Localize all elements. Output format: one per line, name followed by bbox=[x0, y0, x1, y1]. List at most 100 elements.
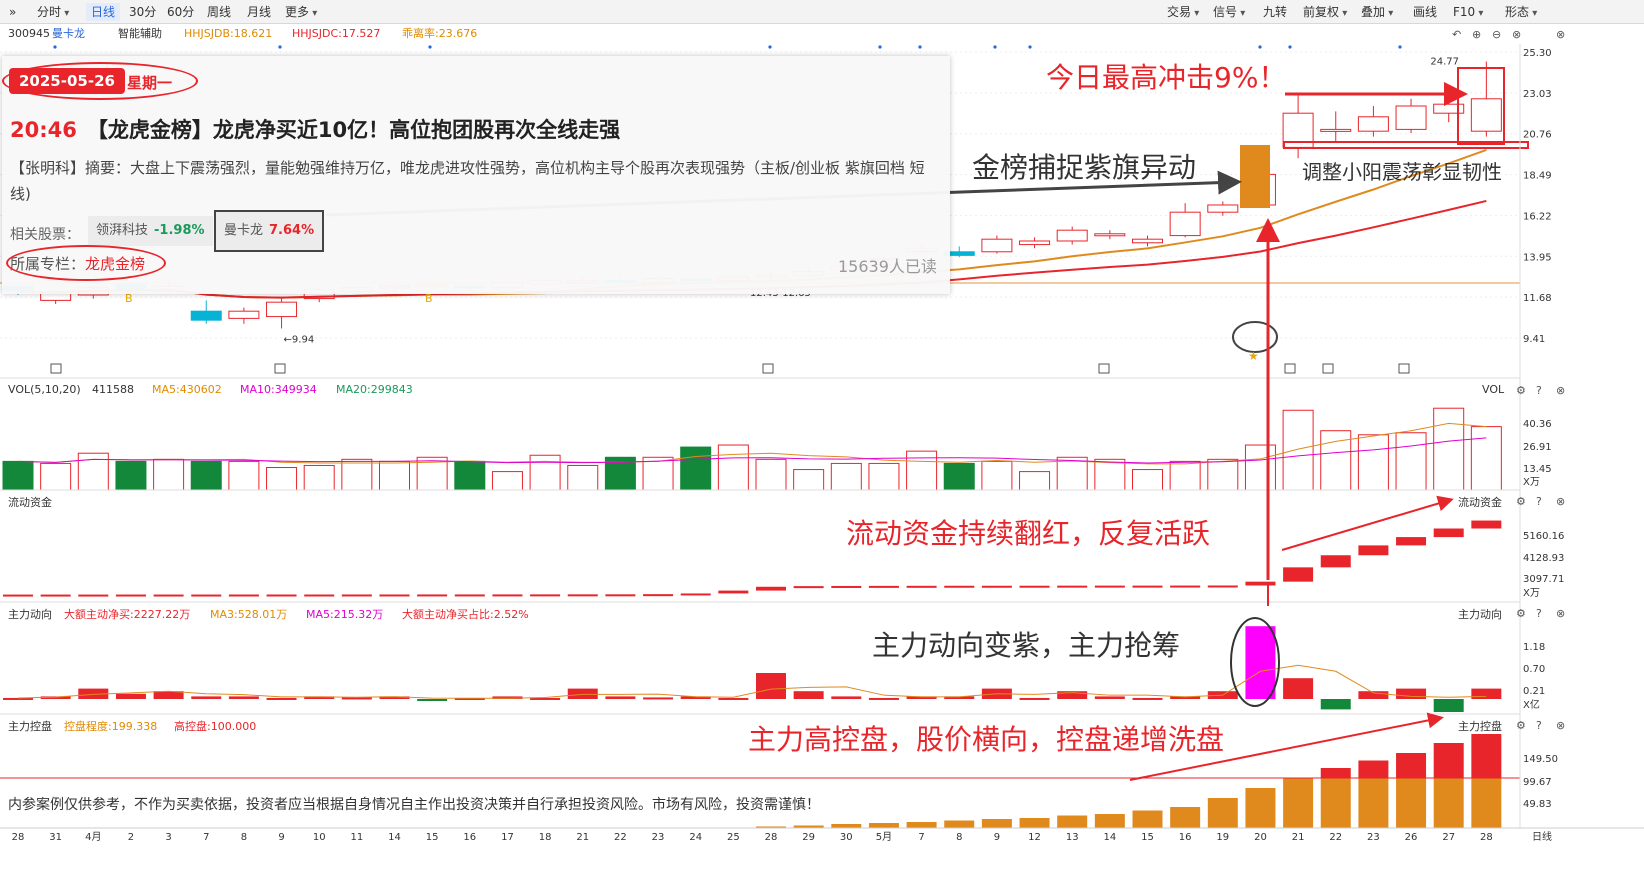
help-icon: ? bbox=[1536, 384, 1542, 397]
related-stock-1[interactable]: 领湃科技 -1.98% bbox=[88, 216, 213, 246]
main-force-bar bbox=[718, 697, 749, 700]
news-title: 【龙虎金榜】龙虎净买近10亿！高位抱团股再次全线走强 bbox=[86, 118, 621, 142]
control-bar bbox=[1245, 788, 1276, 828]
double-chevron-right-icon[interactable]: » bbox=[4, 3, 21, 21]
draw-button[interactable]: 画线 bbox=[1408, 3, 1442, 21]
nine-turn-button[interactable]: 九转 bbox=[1258, 3, 1292, 21]
date-tick: 21 bbox=[1292, 832, 1305, 843]
smart-assist-label[interactable]: 智能辅助 bbox=[118, 26, 162, 40]
flow-pane bbox=[0, 489, 1520, 597]
volume-bar bbox=[266, 467, 298, 491]
candle-body bbox=[1320, 128, 1352, 132]
tab-monthly[interactable]: 月线 bbox=[242, 3, 276, 21]
stock-code: 300945 bbox=[8, 27, 50, 40]
overlay-menu[interactable]: 叠加 bbox=[1356, 3, 1398, 21]
volume-bar bbox=[1433, 407, 1465, 491]
main-force-bar bbox=[417, 699, 448, 701]
volume-bar bbox=[341, 458, 373, 491]
tab-more[interactable]: 更多 bbox=[280, 3, 322, 21]
main-force-bar bbox=[567, 688, 598, 699]
control-bar bbox=[906, 822, 937, 828]
tab-intraday[interactable]: 分时 bbox=[32, 3, 74, 21]
date-tick: 8 bbox=[956, 832, 962, 843]
date-tick: 16 bbox=[463, 832, 476, 843]
trade-menu[interactable]: 交易 bbox=[1162, 3, 1204, 21]
date-tick: 16 bbox=[1179, 832, 1192, 843]
main-tick: 0.70 bbox=[1523, 664, 1545, 675]
vol-tick: 13.45 bbox=[1523, 464, 1552, 475]
price-tick: 9.41 bbox=[1523, 334, 1545, 345]
volume-bar bbox=[1282, 409, 1314, 491]
date-tick: 23 bbox=[1367, 832, 1380, 843]
flow-bar bbox=[1283, 567, 1314, 582]
price-tick: 16.22 bbox=[1523, 211, 1552, 222]
volume-bar bbox=[793, 469, 825, 491]
news-headline[interactable]: 20:46 【龙虎金榜】龙虎净买近10亿！高位抱团股再次全线走强 bbox=[10, 114, 620, 144]
flow-bar bbox=[718, 590, 749, 594]
date-tick: 13 bbox=[1066, 832, 1079, 843]
main-force-bar bbox=[605, 696, 636, 699]
flow-bar bbox=[1170, 585, 1201, 588]
flow-bar bbox=[379, 594, 410, 597]
signal-menu[interactable]: 信号 bbox=[1208, 3, 1250, 21]
date-tick: 31 bbox=[49, 832, 62, 843]
star-icon: ★ bbox=[1248, 349, 1259, 363]
flow-bar bbox=[793, 586, 824, 589]
volume-bar bbox=[153, 458, 185, 491]
date-tick: 4月 bbox=[85, 831, 101, 843]
help-icon: ? bbox=[1536, 495, 1542, 508]
flow-bar bbox=[1019, 585, 1050, 588]
ctrl-degree: 控盘程度:199.338 bbox=[64, 720, 158, 733]
vol-ma10: MA10:349934 bbox=[240, 383, 317, 396]
tab-60min[interactable]: 60分 bbox=[162, 3, 199, 21]
tab-30min[interactable]: 30分 bbox=[124, 3, 161, 21]
date-tick: 27 bbox=[1442, 832, 1455, 843]
flow-bar bbox=[1094, 585, 1125, 588]
price-tick: 25.30 bbox=[1523, 48, 1552, 59]
event-dot bbox=[993, 45, 997, 49]
date-tick: 29 bbox=[802, 832, 815, 843]
tab-daily[interactable]: 日线 bbox=[86, 3, 121, 21]
event-dot bbox=[1028, 45, 1032, 49]
date-tick: 19 bbox=[1216, 832, 1229, 843]
flow-bar bbox=[454, 594, 485, 597]
main-title: 主力动向 bbox=[8, 608, 52, 621]
control-bar-high bbox=[1471, 734, 1502, 778]
news-card[interactable]: 2025-05-26 星期一 20:46 【龙虎金榜】龙虎净买近10亿！高位抱团股… bbox=[2, 56, 950, 294]
close-icon: ⊗ bbox=[1556, 495, 1565, 508]
main-force-bar bbox=[3, 697, 33, 700]
news-summary: 【张明科】摘要：大盘上下震荡强烈，量能勉强维持万亿，唯龙虎进攻性强势，高位机构主… bbox=[10, 159, 925, 203]
flow-bar bbox=[304, 594, 335, 597]
main-force-bar bbox=[1396, 688, 1427, 699]
pattern-menu[interactable]: 形态 bbox=[1500, 3, 1542, 21]
flow-bar bbox=[868, 585, 899, 588]
chart-control-icon: ⊕ bbox=[1472, 28, 1481, 41]
date-tick: 10 bbox=[313, 832, 326, 843]
f10-menu[interactable]: F10 bbox=[1448, 3, 1488, 21]
ctrl-tick: 149.50 bbox=[1523, 754, 1558, 765]
event-marker-icon bbox=[1284, 363, 1296, 374]
volume-bar bbox=[77, 452, 109, 491]
annotation-resilience: 调整小阳震荡彰显韧性 bbox=[1302, 160, 1502, 184]
volume-bar bbox=[529, 454, 561, 491]
flow-bar bbox=[944, 585, 975, 588]
gear-icon: ⚙ bbox=[1516, 607, 1526, 620]
flow-bar bbox=[530, 594, 561, 597]
price-tick: 20.76 bbox=[1523, 130, 1552, 141]
tab-weekly[interactable]: 周线 bbox=[202, 3, 236, 21]
control-bar bbox=[1170, 807, 1201, 828]
flow-bar bbox=[1132, 585, 1163, 588]
related-stock-2[interactable]: 曼卡龙 7.64% bbox=[214, 210, 325, 252]
main-force-bar bbox=[1433, 699, 1464, 712]
control-bar bbox=[1132, 810, 1163, 828]
adjust-menu[interactable]: 前复权 bbox=[1298, 3, 1352, 21]
flow-bar bbox=[417, 594, 448, 597]
date-tick: 24 bbox=[689, 832, 702, 843]
price-tick: 18.49 bbox=[1523, 171, 1552, 182]
main-ratio: 大额主动净买占比:2.52% bbox=[402, 608, 529, 621]
volume-bar bbox=[491, 471, 523, 491]
volume-bar bbox=[830, 462, 862, 491]
date-tick: 22 bbox=[614, 832, 627, 843]
date-tick: 5月 bbox=[876, 831, 892, 843]
highlight-bar bbox=[1240, 145, 1270, 208]
